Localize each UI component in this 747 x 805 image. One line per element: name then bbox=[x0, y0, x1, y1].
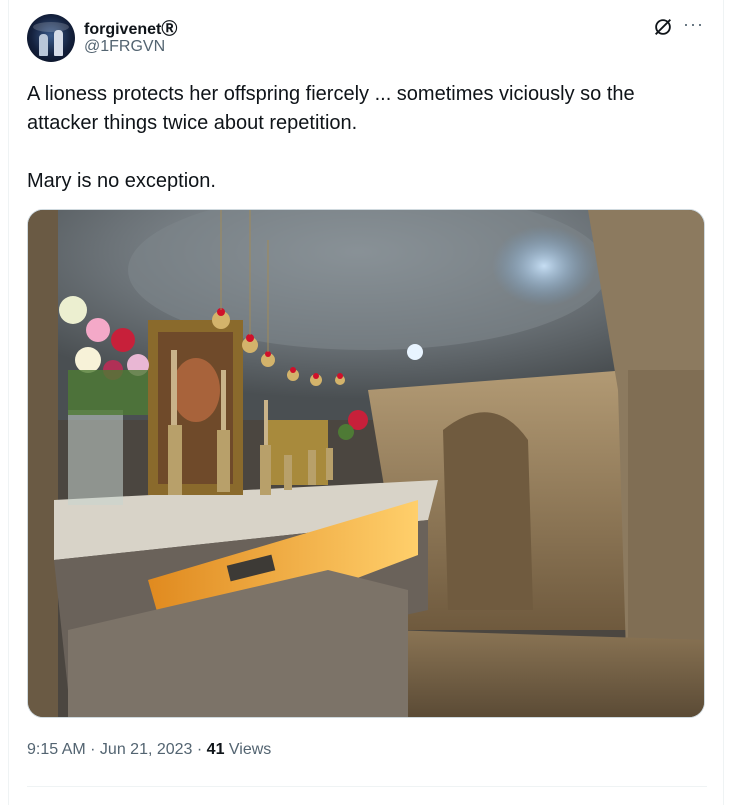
tweet-date[interactable]: Jun 21, 2023 bbox=[100, 741, 193, 758]
grok-slash-icon[interactable] bbox=[652, 16, 674, 38]
tweet-text: A lioness protects her offspring fiercel… bbox=[27, 80, 707, 196]
more-dots-icon[interactable]: ··· bbox=[683, 14, 707, 34]
views-count[interactable]: 41 bbox=[207, 741, 225, 758]
views-label: Views bbox=[224, 741, 272, 758]
display-name[interactable]: forgivenetⓇ bbox=[84, 15, 177, 39]
user-handle[interactable]: @1FRGVN bbox=[84, 38, 165, 56]
chapel-photo bbox=[28, 210, 704, 717]
tweet-paragraph: A lioness protects her offspring fiercel… bbox=[27, 83, 635, 134]
tweet-card: forgivenetⓇ @1FRGVN ··· A lioness protec… bbox=[8, 0, 724, 805]
tweet-meta: 9:15 AM · Jun 21, 2023 · 41 Views bbox=[27, 741, 271, 759]
avatar[interactable] bbox=[27, 14, 75, 62]
tweet-time[interactable]: 9:15 AM bbox=[27, 741, 86, 758]
meta-separator: · bbox=[192, 741, 207, 758]
tweet-paragraph: Mary is no exception. bbox=[27, 170, 216, 192]
divider bbox=[27, 786, 707, 787]
tweet-photo[interactable] bbox=[27, 209, 705, 718]
meta-separator: · bbox=[85, 741, 100, 758]
